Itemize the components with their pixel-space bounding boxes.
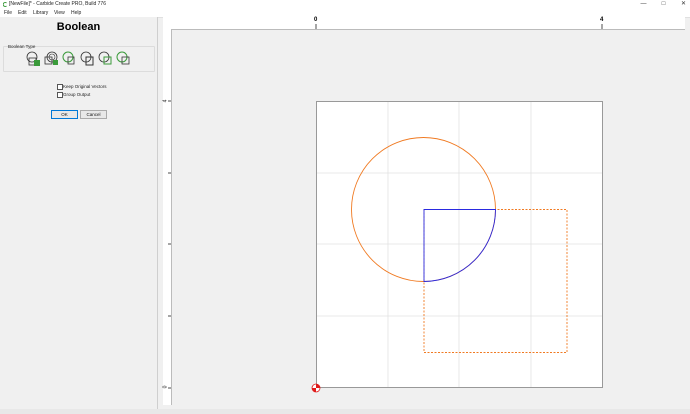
intersect-icon[interactable]: [97, 51, 114, 67]
panel-title: Boolean: [56, 21, 101, 33]
maximize-button[interactable]: □: [657, 0, 670, 9]
menu-view[interactable]: View: [54, 10, 65, 16]
carbide-app-icon: [3, 2, 7, 7]
ruler-label-x4: 4: [600, 17, 604, 23]
close-button[interactable]: ✕: [677, 0, 690, 9]
stock-area[interactable]: [316, 101, 603, 388]
window-title: [NewFile]* - Carbide Create PRO, Build 7…: [9, 1, 106, 7]
boolean-panel: Boolean Boolean Type Keep Original Vecto…: [0, 17, 158, 409]
vertical-ruler: 4 0: [162, 29, 172, 405]
minimize-button[interactable]: —: [637, 0, 650, 9]
group-output-label: Group Output: [63, 92, 91, 97]
ruler-corner: [163, 17, 171, 29]
intersect-reverse-icon[interactable]: [115, 51, 132, 67]
union-icon[interactable]: [25, 51, 42, 67]
ruler-label-x0: 0: [314, 17, 318, 23]
subtract-reverse-icon[interactable]: [79, 51, 96, 67]
cancel-button[interactable]: Cancel: [80, 110, 107, 119]
union-outline-icon[interactable]: [43, 51, 60, 67]
ruler-label-y4: 4: [162, 99, 169, 103]
horizontal-ruler: 0 4: [171, 17, 685, 30]
title-bar: [NewFile]* - Carbide Create PRO, Build 7…: [0, 0, 690, 9]
boolean-type-label: Boolean Type: [8, 44, 36, 49]
ruler-label-y0: 0: [162, 385, 169, 389]
keep-original-label: Keep Original Vectors: [63, 84, 107, 89]
ok-button[interactable]: OK: [51, 110, 78, 119]
menu-help[interactable]: Help: [71, 10, 81, 16]
menu-library[interactable]: Library: [33, 10, 48, 16]
subtract-icon[interactable]: [61, 51, 78, 67]
menu-file[interactable]: File: [4, 10, 12, 16]
menu-edit[interactable]: Edit: [18, 10, 27, 16]
status-bar: [0, 409, 690, 414]
